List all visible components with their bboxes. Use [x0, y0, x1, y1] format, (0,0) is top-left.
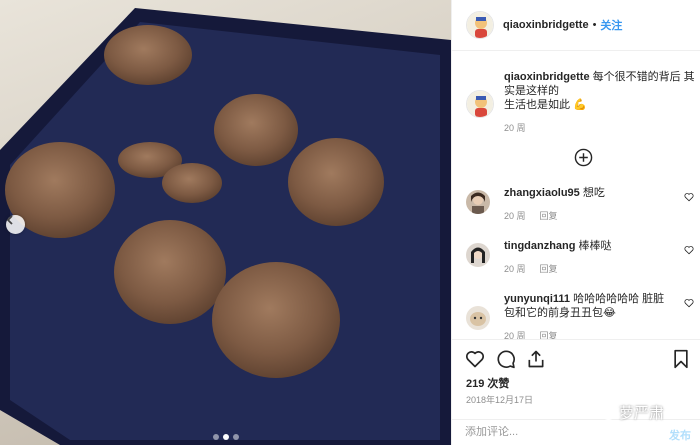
commenter-avatar[interactable]	[466, 190, 490, 214]
reply-button[interactable]: 回复	[540, 211, 558, 221]
chevron-left-icon	[6, 215, 13, 225]
post-photo	[0, 0, 451, 445]
caption-text: qiaoxinbridgette 每个很不错的背后 其实是这样的 生活也是如此 …	[504, 70, 696, 135]
commenter-avatar-image	[466, 190, 490, 214]
load-more-comments-icon[interactable]	[574, 148, 593, 167]
caption-time: 20 周	[504, 123, 526, 133]
caption-line2: 生活也是如此 💪	[504, 99, 587, 111]
share-icon[interactable]	[526, 349, 546, 369]
commenter-avatar-image	[466, 306, 490, 330]
comment-time: 20 周	[504, 331, 526, 339]
post-date: 2018年12月17日	[466, 395, 534, 405]
comment-like-heart-icon[interactable]	[684, 245, 694, 255]
comment-body: tingdanzhang 棒棒哒 20 周 回复	[504, 239, 674, 276]
comment-body: zhangxiaolu95 想吃 20 周 回复	[504, 186, 674, 223]
carousel-dot[interactable]	[213, 434, 219, 440]
wechat-logo-icon	[595, 404, 615, 420]
comment-text: 棒棒哒	[575, 240, 612, 252]
author-username[interactable]: qiaoxinbridgette	[503, 19, 589, 31]
action-icons-row	[465, 349, 691, 369]
comment-username[interactable]: zhangxiaolu95	[504, 187, 580, 199]
commenter-avatar-image	[466, 243, 490, 267]
caption-avatar-image	[467, 91, 493, 117]
like-count[interactable]: 219 次赞	[466, 375, 509, 391]
comment-meta: 20 周 回复	[504, 262, 674, 276]
comment-username[interactable]: tingdanzhang	[504, 240, 576, 252]
post-actions: 219 次赞 2018年12月17日 发布	[452, 339, 700, 445]
wechat-watermark: 萝严肃	[595, 402, 664, 423]
caption: qiaoxinbridgette 每个很不错的背后 其实是这样的 生活也是如此 …	[466, 70, 696, 135]
author-avatar[interactable]	[466, 11, 494, 39]
comment-like-heart-icon[interactable]	[684, 298, 694, 308]
comment-time: 20 周	[504, 264, 526, 274]
commenter-avatar[interactable]	[466, 306, 490, 330]
carousel-dots	[213, 434, 239, 440]
reply-button[interactable]: 回复	[540, 331, 558, 339]
caption-avatar[interactable]	[466, 90, 494, 118]
post-header: qiaoxinbridgette • 关注	[452, 0, 700, 51]
comment-like-heart-icon[interactable]	[684, 192, 694, 202]
comment-meta: 20 周 回复	[504, 209, 674, 223]
carousel-dot-active[interactable]	[223, 434, 229, 440]
carousel-dot[interactable]	[233, 434, 239, 440]
watermark-text: 萝严肃	[619, 404, 665, 422]
comment-meta: 20 周 回复	[504, 329, 674, 339]
comment-text: 想吃	[579, 187, 605, 199]
commenter-avatar[interactable]	[466, 243, 490, 267]
caption-username[interactable]: qiaoxinbridgette	[504, 71, 590, 83]
comment-input[interactable]	[465, 426, 615, 438]
post-side-panel: qiaoxinbridgette • 关注 qiaoxinbridgette 每…	[451, 0, 700, 445]
follow-button[interactable]: 关注	[600, 17, 622, 33]
comment-icon[interactable]	[496, 349, 516, 369]
heart-icon[interactable]	[465, 349, 485, 369]
header-separator: •	[592, 19, 597, 31]
bookmark-icon[interactable]	[671, 349, 691, 369]
carousel-prev-button[interactable]	[6, 215, 25, 234]
comment-item: zhangxiaolu95 想吃 20 周 回复	[466, 186, 698, 223]
post-comment-button[interactable]: 发布	[669, 427, 691, 443]
comment-item: tingdanzhang 棒棒哒 20 周 回复	[466, 239, 698, 276]
reply-button[interactable]: 回复	[540, 264, 558, 274]
author-avatar-image	[467, 12, 493, 38]
comment-time: 20 周	[504, 211, 526, 221]
comment-body: yunyunqi111 哈哈哈哈哈哈 脏脏包和它的前身丑丑包😂 20 周回复	[504, 292, 674, 339]
comment-item: yunyunqi111 哈哈哈哈哈哈 脏脏包和它的前身丑丑包😂 20 周回复	[466, 292, 698, 339]
comments-section: qiaoxinbridgette 每个很不错的背后 其实是这样的 生活也是如此 …	[452, 52, 700, 339]
comment-username[interactable]: yunyunqi111	[504, 293, 570, 305]
baking-tray-photo	[0, 8, 451, 445]
